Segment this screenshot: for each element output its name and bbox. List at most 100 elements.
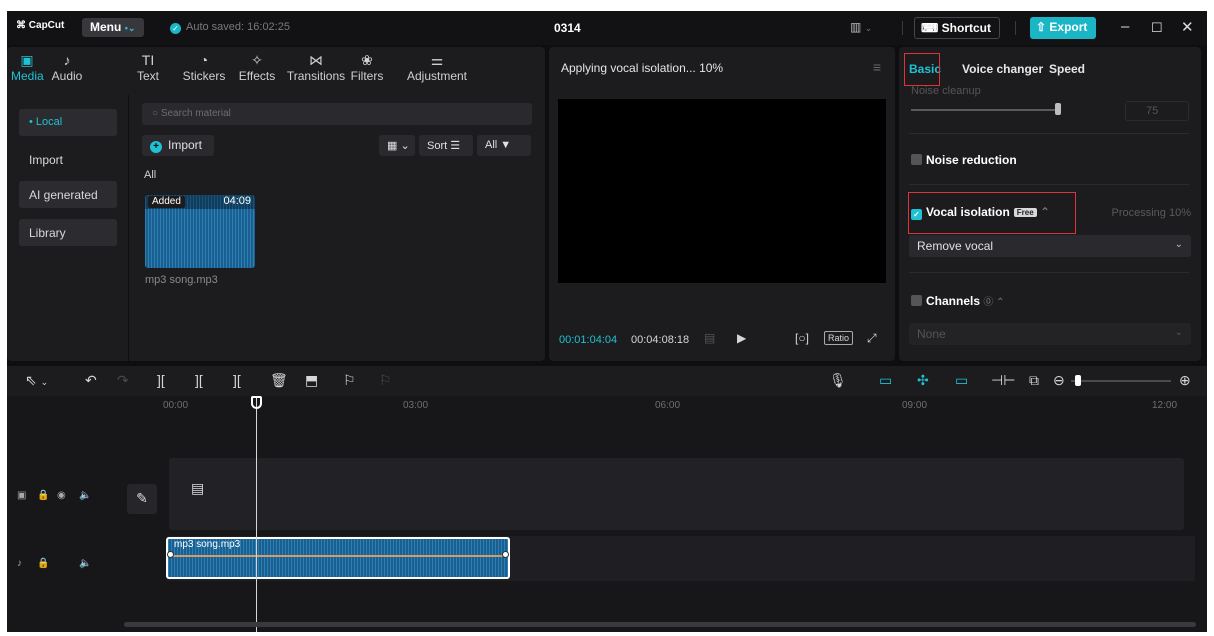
snap-icon[interactable]: ✣ (917, 372, 929, 389)
import-label: Import (168, 138, 203, 152)
maximize-icon[interactable]: ☐ (1151, 20, 1163, 36)
video-track-icon: ▣ (17, 490, 27, 501)
layout-icon[interactable]: ▥ ⌄ (850, 20, 872, 34)
link-icon[interactable]: ▭ (879, 372, 892, 389)
check-icon: ✓ (170, 23, 181, 34)
noise-slider-handle[interactable] (1055, 103, 1061, 115)
video-track[interactable]: ▤ (169, 458, 1184, 530)
tab-stickers[interactable]: ◔ Stickers (179, 51, 229, 83)
volume-line[interactable] (171, 555, 505, 557)
autosave-text: Auto saved: 16:02:25 (186, 21, 290, 33)
edit-cover-icon[interactable]: ✎ (127, 484, 157, 514)
audio-track-icon: ♪ (17, 558, 22, 569)
eye-icon[interactable]: ◉ (57, 490, 66, 501)
split-screen-icon[interactable]: ⊣⊢ (991, 372, 1015, 389)
sidebar-item-local[interactable]: • Local (19, 109, 117, 136)
waveform-icon[interactable]: ▤ (704, 331, 715, 345)
sort-icon: ☰ (450, 140, 461, 152)
keyframe-handle[interactable] (502, 551, 509, 558)
import-button[interactable]: + Import (142, 135, 214, 156)
audio-clip[interactable]: mp3 song.mp3 (166, 537, 510, 579)
keyframe-handle[interactable] (167, 551, 174, 558)
media-item-thumbnail[interactable]: Added 04:09 (145, 195, 255, 268)
noise-slider-track[interactable] (911, 109, 1061, 111)
noise-value-input[interactable]: 75 (1125, 101, 1189, 121)
menu-button[interactable]: Menu •⌄ (82, 18, 144, 37)
select-tool-icon[interactable]: ⇖ ⌄ (25, 372, 48, 389)
search-input[interactable]: ○ Search material (142, 103, 532, 125)
divider (1015, 21, 1016, 35)
close-icon[interactable]: ✕ (1181, 18, 1194, 36)
processing-status: Processing 10% (1111, 207, 1192, 219)
capcut-logo-icon: ⌘ (16, 20, 26, 31)
timeline-scrollbar[interactable] (124, 622, 1196, 627)
chevron-down-icon: ⌄ (1174, 327, 1183, 338)
total-timecode: 00:04:08:18 (631, 334, 690, 346)
timeline[interactable]: 00:00 03:00 06:00 09:00 12:00 ▣ 🔒 ◉ 🔈 ✎ … (7, 396, 1207, 632)
play-icon[interactable]: ▶ (737, 331, 746, 345)
sidebar-item-library[interactable]: Library (19, 219, 117, 246)
tab-voice-changer[interactable]: Voice changer (962, 62, 1043, 76)
flag-icon[interactable]: ⚐ (343, 372, 356, 389)
fullscreen-icon[interactable]: ⤢ (867, 331, 877, 346)
media-item-name: mp3 song.mp3 (145, 274, 218, 286)
properties-panel: Basic Voice changer Speed Noise cleanup … (899, 47, 1201, 361)
noise-reduction-option[interactable]: Noise reduction (911, 153, 1017, 167)
mute-icon[interactable]: 🔈 (79, 490, 91, 501)
channels-select[interactable]: None ⌄ (909, 323, 1191, 345)
tab-audio[interactable]: ♪ Audio (49, 51, 85, 83)
project-title[interactable]: 0314 (554, 21, 581, 35)
media-sidebar: • Local Import AI generated Library (7, 95, 129, 361)
grid-icon: ▦ ⌄ (387, 140, 410, 152)
lock-icon[interactable]: 🔒 (37, 490, 49, 501)
split-icon[interactable]: ][ (157, 372, 165, 388)
sort-button[interactable]: Sort ☰ (419, 135, 473, 156)
filter-button[interactable]: All ▼ (477, 135, 531, 156)
view-mode-button[interactable]: ▦ ⌄ (379, 135, 415, 156)
split-left-icon[interactable]: ][ (195, 372, 203, 388)
delete-icon[interactable]: 🗑 (270, 372, 288, 389)
sidebar-item-ai-generated[interactable]: AI generated (19, 181, 117, 208)
tab-speed[interactable]: Speed (1049, 62, 1085, 76)
plus-icon: + (150, 141, 162, 153)
zoom-in-icon[interactable]: ⊕ (1179, 372, 1191, 389)
keyboard-icon: ⌨ (921, 21, 939, 35)
zoom-slider-track[interactable] (1071, 380, 1171, 382)
ratio-button[interactable]: Ratio (824, 331, 854, 345)
tab-transitions[interactable]: ⋈ Transitions (284, 51, 348, 83)
export-button[interactable]: ⇧ Export (1030, 17, 1096, 39)
audio-track-header: ♪ 🔒 🔈 (7, 558, 122, 628)
video-preview[interactable] (558, 99, 886, 283)
playhead-handle[interactable] (251, 396, 262, 409)
channels-option[interactable]: Channels ⓪ ⌃ (911, 293, 1005, 308)
tab-text[interactable]: TI Text (135, 51, 161, 83)
split-right-icon[interactable]: ][ (233, 372, 241, 388)
undo-icon[interactable]: ↶ (85, 372, 97, 389)
tab-filters[interactable]: ❀ Filters (349, 51, 385, 83)
playhead[interactable] (256, 396, 257, 632)
link-clips-icon[interactable]: ▭ (955, 372, 968, 389)
noise-reduction-label: Noise reduction (926, 153, 1017, 167)
tool-tabs: ▣ Media ♪ Audio TI Text ◔ Stickers ✧ Effects … (7, 47, 545, 95)
shortcut-button[interactable]: ⌨ Shortcut (914, 17, 1000, 39)
search-icon: ○ (152, 108, 159, 119)
tab-adjustment[interactable]: ⚌ Adjustment (405, 51, 469, 83)
mute-icon[interactable]: 🔈 (79, 558, 91, 569)
tab-effects[interactable]: ✧ Effects (236, 51, 278, 83)
fit-icon[interactable]: [○] (795, 331, 809, 345)
ruler-tick: 00:00 (163, 400, 189, 411)
ruler-tick: 06:00 (655, 400, 681, 411)
microphone-icon[interactable]: 🎙 (829, 372, 847, 389)
tab-media[interactable]: ▣ Media (11, 51, 44, 83)
zoom-out-icon[interactable]: ⊖ (1053, 372, 1065, 389)
current-timecode: 00:01:04:04 (559, 334, 618, 346)
vocal-mode-select[interactable]: Remove vocal ⌄ (909, 235, 1191, 257)
sidebar-item-import[interactable]: Import (19, 146, 117, 173)
zoom-slider-handle[interactable] (1075, 375, 1081, 386)
freeze-icon[interactable]: ⬒ (305, 372, 318, 389)
lock-icon[interactable]: 🔒 (37, 558, 49, 569)
menu-icon[interactable]: ≡ (873, 59, 881, 75)
minimize-icon[interactable]: – (1121, 18, 1129, 35)
preview-icon[interactable]: ⧉ (1029, 372, 1039, 389)
tab-label: Effects (238, 69, 276, 83)
